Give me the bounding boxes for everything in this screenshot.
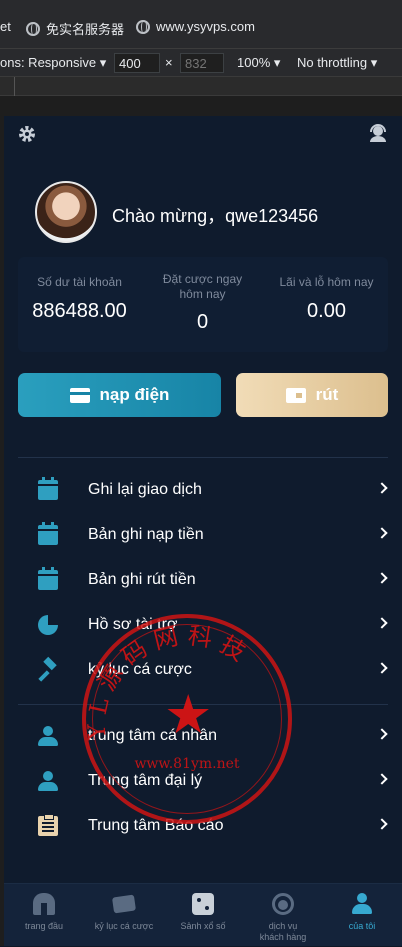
- nav-mine[interactable]: của tôi: [322, 884, 402, 947]
- dice-icon: [192, 893, 214, 915]
- chevron-right-icon: [376, 773, 388, 785]
- globe-icon: [136, 19, 150, 34]
- greeting-text: Chào mừng，qwe123456: [112, 206, 319, 226]
- settings-gear-icon[interactable]: [17, 124, 37, 144]
- watermark-stamp: Y L 源 码 网 科 技 www.81ym.net ★: [82, 614, 292, 824]
- wallet-icon: [285, 387, 306, 403]
- avatar[interactable]: [35, 181, 97, 243]
- pie-chart-icon: [38, 615, 58, 635]
- bookmark-label: 免实名服务器: [46, 22, 125, 37]
- chevron-right-icon: [376, 818, 388, 830]
- nav-lottery-hall[interactable]: Sảnh xổ số: [163, 884, 243, 947]
- bookmark-item[interactable]: www.ysyvps.com: [136, 19, 255, 34]
- divider: [18, 457, 388, 458]
- deposit-button[interactable]: nạp điện: [18, 373, 221, 417]
- stats-panel: Số dư tài khoản 886488.00 Đặt cược ngay …: [18, 257, 388, 352]
- width-input[interactable]: [114, 53, 160, 73]
- chevron-right-icon: [376, 662, 388, 674]
- zoom-dropdown[interactable]: 100% ▾: [237, 55, 280, 71]
- throttling-label: No throttling: [297, 55, 368, 70]
- bookmark-label: www.ysyvps.com: [156, 19, 255, 34]
- globe-icon: [26, 21, 40, 36]
- star-icon: ★: [164, 685, 213, 745]
- menu-withdraw-record[interactable]: Bản ghi rút tiền: [18, 560, 388, 600]
- stat-today-bet: Đặt cược ngay hôm nay 0: [141, 272, 264, 334]
- times-label: ×: [165, 55, 173, 70]
- height-input[interactable]: [180, 53, 224, 73]
- stat-today-pnl: Lãi và lỗ hôm nay 0.00: [265, 275, 388, 323]
- throttling-dropdown[interactable]: No throttling ▾: [297, 55, 377, 71]
- calendar-icon: [38, 522, 58, 545]
- customer-service-icon[interactable]: [368, 123, 388, 143]
- nav-label: dịch vụ khách hàng: [259, 921, 307, 942]
- chevron-right-icon: [376, 482, 388, 494]
- nav-home[interactable]: trang đầu: [4, 884, 84, 947]
- bookmark-label: et: [0, 19, 11, 34]
- stat-value: 0: [196, 311, 209, 333]
- stat-value: 0.00: [307, 300, 346, 322]
- person-icon: [38, 771, 58, 791]
- ruler: [0, 76, 402, 97]
- stat-value: 886488.00: [32, 300, 127, 322]
- bottom-nav: trang đầu kỷ lục cá cược Sảnh xổ số dịch…: [4, 883, 402, 946]
- stat-label: Lãi và lỗ hôm nay: [279, 275, 374, 289]
- menu-label: Ghi lại giao dịch: [88, 481, 202, 498]
- viewport-gap: [0, 96, 402, 116]
- withdraw-button[interactable]: rút: [236, 373, 388, 417]
- device-toolbar: ons: Responsive ▾ × 100% ▾ No throttling…: [0, 48, 402, 76]
- ticket-icon: [111, 894, 137, 914]
- svg-text:www.81ym.net: www.81ym.net: [134, 756, 239, 772]
- chevron-right-icon: [376, 728, 388, 740]
- nav-customer-service[interactable]: dịch vụ khách hàng: [243, 884, 323, 947]
- menu-deposit-record[interactable]: Bản ghi nạp tiền: [18, 515, 388, 555]
- gavel-icon: [38, 660, 58, 680]
- user-icon: [351, 893, 373, 915]
- menu-label: Bản ghi rút tiền: [88, 571, 196, 588]
- clipboard-icon: [38, 814, 58, 836]
- dimensions-label: ons: Responsive: [0, 55, 97, 70]
- nav-label: trang đầu: [24, 921, 64, 931]
- dimensions-dropdown[interactable]: ons: Responsive ▾: [0, 55, 106, 71]
- stat-label: Đặt cược ngay hôm nay: [162, 272, 243, 301]
- customer-service-icon: [272, 893, 294, 915]
- bookmark-item[interactable]: 免实名服务器: [26, 19, 124, 38]
- nav-label: kỷ lục cá cược: [94, 921, 154, 931]
- stat-balance: Số dư tài khoản 886488.00: [18, 275, 141, 323]
- stat-label: Số dư tài khoản: [37, 275, 122, 289]
- app-screen: Chào mừng，qwe123456 Số dư tài khoản 8864…: [4, 116, 402, 946]
- nav-label: của tôi: [348, 921, 376, 931]
- chevron-right-icon: [376, 527, 388, 539]
- chevron-right-icon: [376, 617, 388, 629]
- deposit-label: nạp điện: [99, 385, 170, 404]
- withdraw-label: rút: [315, 385, 339, 404]
- nav-label: Sảnh xổ số: [180, 921, 226, 931]
- zoom-label: 100%: [237, 55, 271, 70]
- bookmarks-bar: et 免实名服务器 www.ysyvps.com: [0, 0, 402, 48]
- calendar-icon: [38, 477, 58, 500]
- nav-bet-record[interactable]: kỷ lục cá cược: [84, 884, 164, 947]
- calendar-icon: [38, 567, 58, 590]
- menu-label: Bản ghi nạp tiền: [88, 526, 204, 543]
- person-icon: [38, 726, 58, 746]
- bookmark-item[interactable]: et: [0, 19, 11, 34]
- chevron-right-icon: [376, 572, 388, 584]
- card-icon: [69, 387, 90, 403]
- home-icon: [33, 893, 55, 915]
- menu-transaction-record[interactable]: Ghi lại giao dịch: [18, 470, 388, 510]
